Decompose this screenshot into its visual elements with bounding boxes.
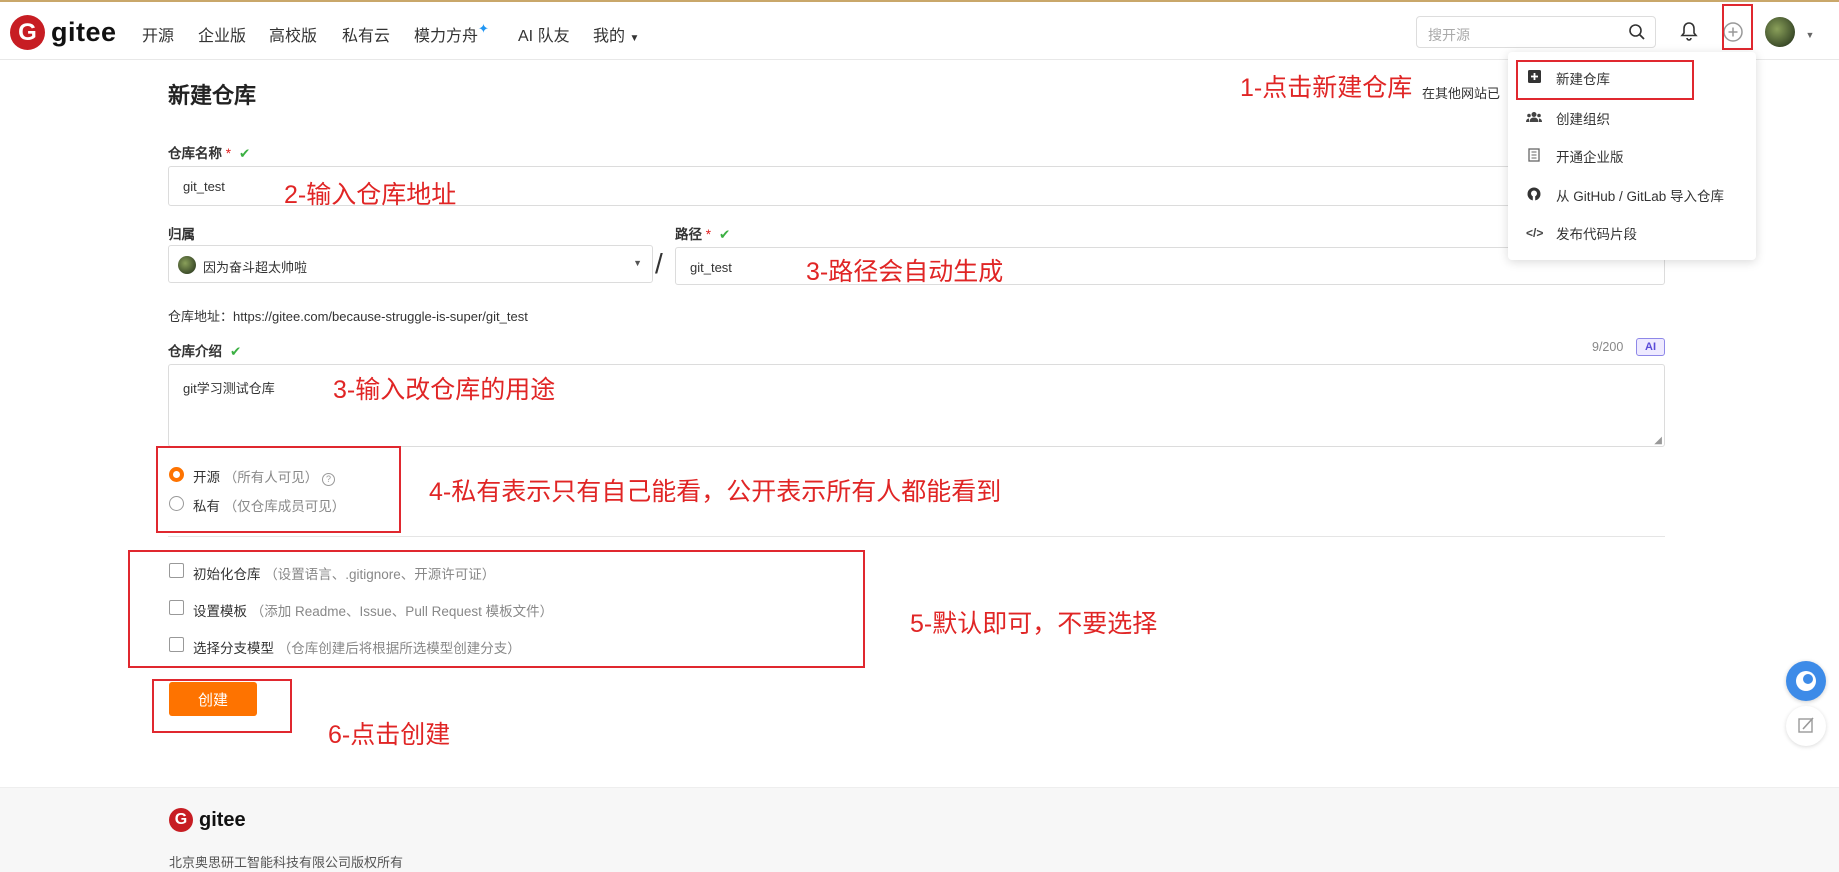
users-icon <box>1526 111 1542 126</box>
footer-brand: gitee <box>199 808 246 831</box>
branch-model-label: 选择分支模型 （仓库创建后将根据所选模型创建分支） <box>193 641 521 656</box>
footer-logo[interactable]: G gitee <box>169 808 246 832</box>
edit-icon <box>1798 717 1814 733</box>
nav-item-moli[interactable]: 模力方舟✦ <box>414 21 489 46</box>
annotation-6: 6-点击创建 <box>328 721 451 749</box>
chat-icon <box>1796 671 1816 691</box>
desc-label: 仓库介绍 ✔ <box>168 344 242 359</box>
repo-name-value: git_test <box>183 179 225 194</box>
path-label: 路径 * ✔ <box>675 227 731 242</box>
annotation-box-visibility <box>156 446 401 533</box>
divider <box>168 536 1665 537</box>
owner-avatar <box>178 256 196 274</box>
nav-item-enterprise[interactable]: 企业版 <box>198 22 246 46</box>
template-label: 设置模板 （添加 Readme、Issue、Pull Request 模板文件） <box>193 604 554 619</box>
feedback-float-button[interactable] <box>1786 706 1826 746</box>
caret-down-icon: ▼ <box>629 33 640 44</box>
repo-name-label: 仓库名称 * ✔ <box>168 146 251 161</box>
path-value: git_test <box>690 260 732 275</box>
building-icon <box>1526 147 1542 165</box>
import-hint[interactable]: 在其他网站已 <box>1422 83 1500 102</box>
gitee-logo-icon: G <box>10 15 45 50</box>
menu-item-snippet[interactable]: </> 发布代码片段 <box>1526 222 1637 244</box>
radio-private-label: 私有 （仅仓库成员可见） <box>193 499 346 514</box>
annotation-3: 3-路径会自动生成 <box>806 258 1004 286</box>
help-icon: ? <box>322 473 336 486</box>
annotation-2: 2-输入仓库地址 <box>284 181 457 209</box>
annotation-4: 4-私有表示只有自己能看，公开表示所有人都能看到 <box>429 478 1002 506</box>
nav-item-ai-teammate[interactable]: AI 队友 <box>518 22 570 46</box>
caret-down-icon: ▼ <box>633 258 642 268</box>
owner-value: 因为奋斗超太帅啦 <box>203 260 308 275</box>
caret-down-icon: ▼ <box>1805 30 1815 40</box>
desc-value: git学习测试仓库 <box>183 381 275 396</box>
check-icon: ✔ <box>239 146 251 161</box>
bell-icon[interactable] <box>1680 21 1698 41</box>
owner-select[interactable]: 因为奋斗超太帅啦 ▼ <box>168 245 653 283</box>
annotation-3b: 3-输入改仓库的用途 <box>333 376 556 404</box>
annotation-1: 1-点击新建仓库 <box>1240 74 1413 102</box>
top-navbar: G gitee 开源 企业版 高校版 私有云 模力方舟✦ AI 队友 我的 ▼ … <box>0 0 1839 60</box>
nav-item-mine[interactable]: 我的 ▼ <box>593 22 639 46</box>
annotation-box-plus <box>1722 4 1753 50</box>
user-avatar-menu[interactable]: ▼ <box>1765 17 1814 52</box>
owner-label: 归属 <box>168 227 195 242</box>
path-separator: / <box>655 248 663 279</box>
repo-url: 仓库地址：https://gitee.com/because-struggle-… <box>168 309 528 324</box>
branch-model-checkbox[interactable] <box>169 637 184 652</box>
radio-public[interactable] <box>169 467 184 482</box>
menu-item-create-org[interactable]: 创建组织 <box>1526 107 1610 129</box>
search-icon <box>1629 24 1645 40</box>
radio-private[interactable] <box>169 496 184 511</box>
search-box[interactable]: 搜开源 <box>1416 16 1656 48</box>
check-icon: ✔ <box>719 227 731 242</box>
page-title: 新建仓库 <box>168 83 257 108</box>
sparkle-icon: ✦ <box>478 21 489 36</box>
annotation-box-new-repo <box>1516 60 1694 100</box>
gitee-logo-icon: G <box>169 808 193 832</box>
footer-copyright: 北京奥思研工智能科技有限公司版权所有 <box>169 855 404 870</box>
github-icon <box>1526 187 1542 204</box>
search-placeholder: 搜开源 <box>1428 27 1470 43</box>
annotation-5: 5-默认即可，不要选择 <box>910 610 1158 638</box>
nav-item-opensource[interactable]: 开源 <box>142 22 174 46</box>
chat-float-button[interactable] <box>1786 661 1826 701</box>
radio-public-label: 开源 （所有人可见） ? <box>193 466 336 486</box>
create-button[interactable]: 创建 <box>169 682 257 716</box>
resize-handle-icon[interactable]: ◢ <box>1654 435 1662 446</box>
nav-item-private-cloud[interactable]: 私有云 <box>342 22 390 46</box>
template-checkbox[interactable] <box>169 600 184 615</box>
check-icon: ✔ <box>230 344 242 359</box>
desc-counter: 9/200 <box>1592 340 1624 354</box>
init-repo-label: 初始化仓库 （设置语言、.gitignore、开源许可证） <box>193 567 496 582</box>
init-repo-checkbox[interactable] <box>169 563 184 578</box>
nav-item-education[interactable]: 高校版 <box>269 22 317 46</box>
gitee-logo[interactable]: G gitee <box>10 15 117 50</box>
footer: G gitee 北京奥思研工智能科技有限公司版权所有 <box>0 787 1839 872</box>
code-icon: </> <box>1526 226 1544 240</box>
avatar <box>1765 17 1795 47</box>
ai-badge[interactable]: AI <box>1636 338 1665 356</box>
menu-item-import[interactable]: 从 GitHub / GitLab 导入仓库 <box>1526 184 1724 206</box>
gitee-logo-text: gitee <box>51 17 117 47</box>
menu-item-enterprise[interactable]: 开通企业版 <box>1526 145 1624 167</box>
